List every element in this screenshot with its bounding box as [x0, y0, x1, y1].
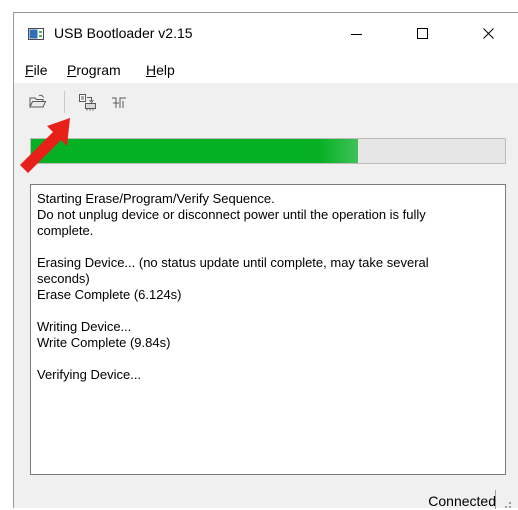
menu-file[interactable]: File	[25, 61, 48, 79]
minimize-icon	[351, 34, 362, 35]
maximize-button[interactable]	[400, 13, 446, 55]
reset-device-icon	[112, 97, 126, 108]
log-line: Verifying Device...	[37, 367, 142, 382]
toolbar-separator	[64, 91, 65, 113]
log-line: Do not unplug device or disconnect power…	[37, 207, 426, 222]
menu-bar: File Program Help	[14, 55, 518, 83]
menu-file-mnemonic: F	[25, 62, 34, 78]
menu-help-label: elp	[156, 62, 175, 78]
open-button[interactable]	[27, 92, 49, 112]
menu-program-label: rogram	[76, 62, 121, 78]
menu-help-mnemonic: H	[146, 62, 157, 78]
log-line: Starting Erase/Program/Verify Sequence.	[37, 191, 275, 206]
annotation-arrow-icon	[20, 118, 70, 173]
connection-status: Connected	[428, 493, 496, 509]
app-window-icon	[28, 28, 44, 40]
status-log[interactable]: Starting Erase/Program/Verify Sequence. D…	[30, 184, 506, 475]
progress-bar	[30, 138, 506, 164]
log-line: Erase Complete (6.124s)	[37, 287, 182, 302]
log-line: Write Complete (9.84s)	[37, 335, 171, 350]
title-bar[interactable]: USB Bootloader v2.15	[14, 13, 518, 55]
toolbar	[14, 83, 518, 121]
minimize-button[interactable]	[334, 13, 380, 55]
log-line: Writing Device...	[37, 319, 132, 334]
menu-program-mnemonic: P	[67, 62, 77, 78]
menu-help[interactable]: Help	[146, 61, 175, 79]
open-folder-icon	[29, 94, 47, 108]
menu-program[interactable]: Program	[67, 61, 121, 79]
close-button[interactable]	[466, 13, 512, 55]
close-icon	[483, 28, 494, 39]
program-button[interactable]	[76, 92, 98, 112]
app-window: USB Bootloader v2.15 File Program Help S…	[13, 12, 518, 509]
menu-file-label: ile	[33, 62, 48, 78]
log-line: Erasing Device... (no status update unti…	[37, 255, 429, 270]
program-device-icon	[79, 94, 96, 111]
reset-button[interactable]	[109, 92, 131, 112]
log-line: complete.	[37, 223, 94, 238]
log-line: seconds)	[37, 271, 90, 286]
window-title: USB Bootloader v2.15	[54, 25, 193, 41]
progress-fill	[31, 139, 359, 163]
maximize-icon	[417, 28, 428, 39]
